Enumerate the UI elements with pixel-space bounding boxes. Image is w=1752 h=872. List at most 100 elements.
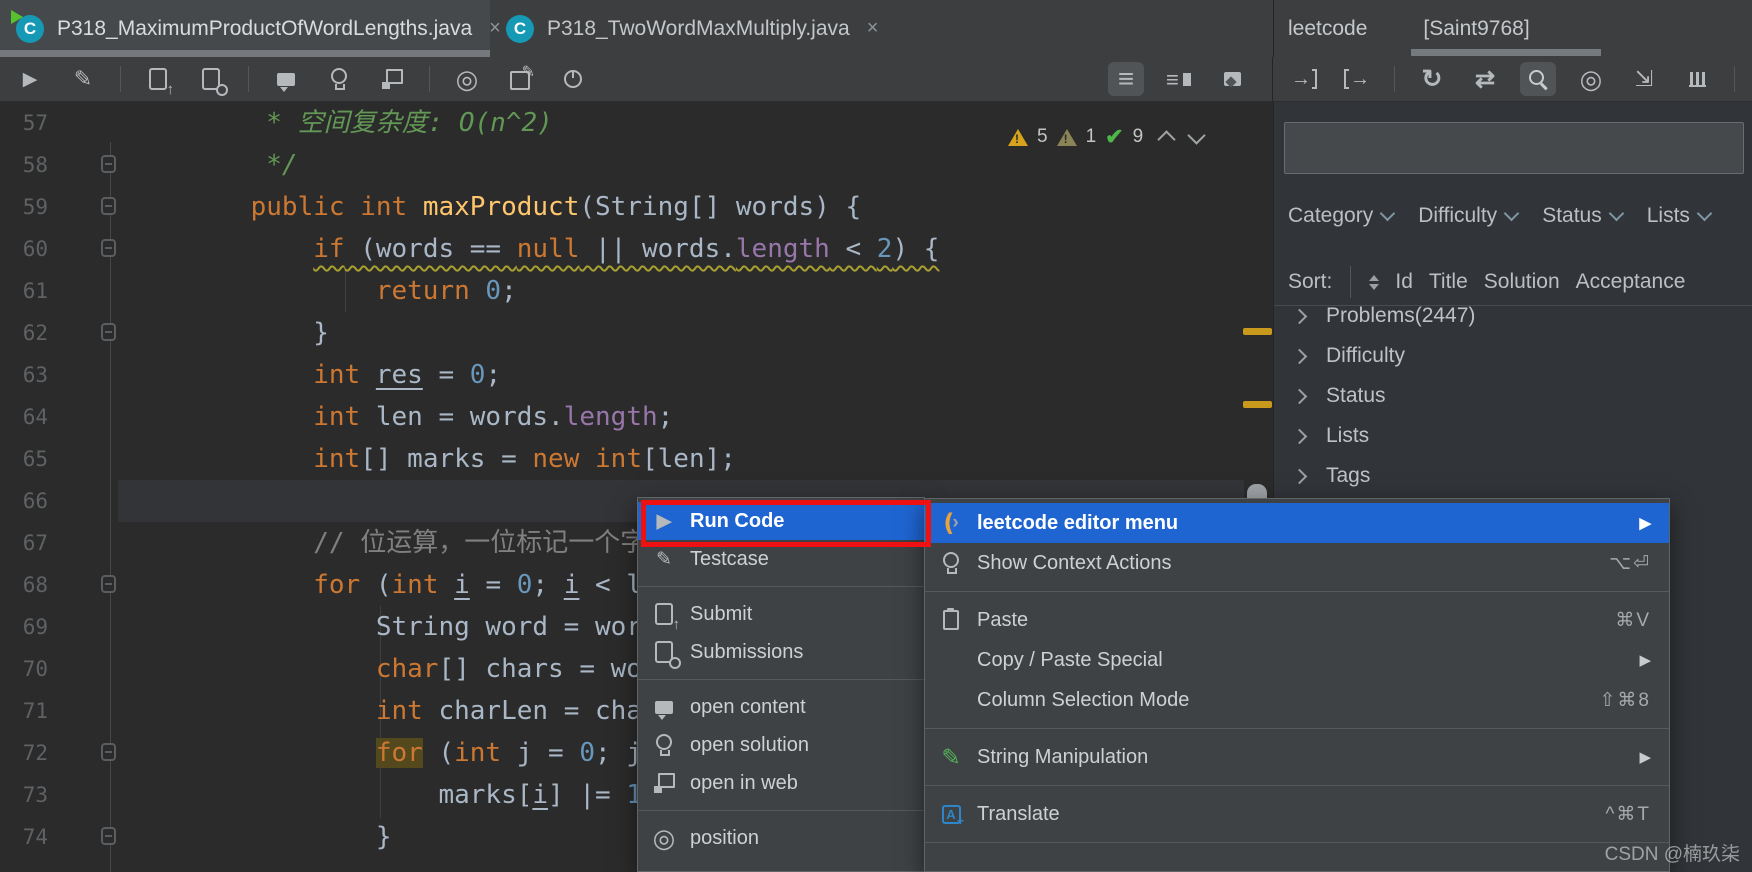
- timer-button[interactable]: [555, 62, 591, 96]
- scrollbar-warning-mark[interactable]: [1243, 328, 1272, 335]
- run-button[interactable]: [12, 62, 48, 96]
- line-number[interactable]: 62: [0, 312, 48, 354]
- menu-item-leetcode-editor-menu[interactable]: leetcode editor menu ▶: [925, 503, 1669, 543]
- tree-item-problems-2447[interactable]: Problems(2447): [1274, 296, 1752, 336]
- collapse-button[interactable]: [1626, 62, 1662, 96]
- shuffle-button[interactable]: [1467, 62, 1503, 96]
- problem-search-input[interactable]: [1285, 123, 1743, 173]
- fold-marker-icon[interactable]: [101, 197, 116, 215]
- menu-item-submissions[interactable]: Submissions: [638, 633, 924, 671]
- tree-item-tags[interactable]: Tags: [1274, 456, 1752, 496]
- line-number[interactable]: 68: [0, 564, 48, 606]
- fold-marker-icon[interactable]: [101, 323, 116, 341]
- filter-status[interactable]: Status: [1542, 204, 1625, 228]
- line-number[interactable]: 72: [0, 732, 48, 774]
- sign-out-button[interactable]: [1339, 62, 1375, 96]
- tab-file-1[interactable]: C P318_MaximumProductOfWordLengths.java …: [0, 0, 501, 57]
- code-line[interactable]: int res = 0;: [188, 354, 501, 396]
- fold-marker-icon[interactable]: [101, 827, 116, 845]
- submit-button[interactable]: [140, 62, 176, 98]
- code-line[interactable]: * 空间复杂度: O(n^2): [188, 102, 553, 144]
- sort-direction-icon[interactable]: [1369, 274, 1380, 290]
- window-button[interactable]: [374, 62, 410, 96]
- sign-in-button[interactable]: [1286, 62, 1322, 96]
- tab-file-2[interactable]: C P318_TwoWordMaxMultiply.java ×: [490, 0, 882, 57]
- sort-option-solution[interactable]: Solution: [1484, 270, 1560, 294]
- fold-marker-icon[interactable]: [101, 575, 116, 593]
- chart-button[interactable]: [1679, 62, 1715, 96]
- menu-item-column-selection-mode[interactable]: Column Selection Mode ⇧⌘8: [925, 680, 1669, 720]
- code-line[interactable]: char[] chars = wo: [188, 648, 642, 690]
- line-number[interactable]: 61: [0, 270, 48, 312]
- lightbulb-button[interactable]: [321, 62, 357, 96]
- fold-marker-icon[interactable]: [101, 155, 116, 173]
- menu-item-open-content[interactable]: open content: [638, 688, 924, 726]
- line-number[interactable]: 66: [0, 480, 48, 522]
- code-line[interactable]: // 位运算，一位标记一个字: [188, 522, 646, 564]
- compose-button[interactable]: [502, 62, 538, 96]
- line-number[interactable]: 73: [0, 774, 48, 816]
- menu-item-string-manipulation[interactable]: String Manipulation ▶: [925, 737, 1669, 777]
- sort-option-title[interactable]: Title: [1429, 270, 1468, 294]
- comment-button[interactable]: [268, 62, 304, 96]
- line-number[interactable]: 63: [0, 354, 48, 396]
- divider: [1734, 66, 1735, 92]
- menu-item-translate[interactable]: Translate ^⌘T: [925, 794, 1669, 834]
- edit-button[interactable]: [65, 62, 101, 96]
- refresh-button[interactable]: [1414, 62, 1450, 96]
- close-icon[interactable]: ×: [867, 17, 879, 40]
- line-number[interactable]: 60: [0, 228, 48, 270]
- code-line[interactable]: return 0;: [188, 270, 517, 312]
- filter-lists[interactable]: Lists: [1647, 204, 1713, 228]
- menu-item-paste[interactable]: Paste ⌘V: [925, 600, 1669, 640]
- tree-item-lists[interactable]: Lists: [1274, 416, 1752, 456]
- code-line[interactable]: if (words == null || words.length < 2) {: [188, 228, 939, 270]
- previous-issue-chevron-icon[interactable]: [1157, 130, 1176, 149]
- code-line[interactable]: public int maxProduct(String[] words) {: [188, 186, 862, 228]
- locate-button[interactable]: [1573, 62, 1609, 96]
- menu-item-position[interactable]: position: [638, 819, 924, 857]
- scrollbar-warning-mark[interactable]: [1243, 401, 1272, 408]
- code-line[interactable]: for (int j = 0; j: [188, 732, 642, 774]
- menu-item-copy-paste-special[interactable]: Copy / Paste Special ▶: [925, 640, 1669, 680]
- line-number[interactable]: 67: [0, 522, 48, 564]
- line-number[interactable]: 65: [0, 438, 48, 480]
- sort-option-acceptance[interactable]: Acceptance: [1576, 270, 1686, 294]
- code-line[interactable]: int len = words.length;: [188, 396, 673, 438]
- list-view-button[interactable]: [1108, 62, 1144, 96]
- tree-item-status[interactable]: Status: [1274, 376, 1752, 416]
- next-issue-chevron-icon[interactable]: [1187, 126, 1206, 145]
- line-number[interactable]: 69: [0, 606, 48, 648]
- menu-item-open-solution[interactable]: open solution: [638, 726, 924, 764]
- problem-search-field[interactable]: [1284, 122, 1744, 174]
- code-line[interactable]: int[] marks = new int[len];: [188, 438, 736, 480]
- target-button[interactable]: [449, 62, 485, 96]
- code-line[interactable]: String word = wor: [188, 606, 642, 648]
- line-number[interactable]: 74: [0, 816, 48, 858]
- tree-item-difficulty[interactable]: Difficulty: [1274, 336, 1752, 376]
- code-line[interactable]: }: [188, 312, 329, 354]
- split-view-button[interactable]: [1161, 62, 1197, 96]
- line-number[interactable]: 71: [0, 690, 48, 732]
- filter-difficulty[interactable]: Difficulty: [1418, 204, 1520, 228]
- submissions-button[interactable]: [193, 62, 229, 96]
- code-line[interactable]: }: [188, 816, 392, 858]
- code-line[interactable]: int charLen = cha: [188, 690, 642, 732]
- line-number[interactable]: 59: [0, 186, 48, 228]
- menu-item-show-context-actions[interactable]: Show Context Actions ⌥⏎: [925, 543, 1669, 583]
- code-line[interactable]: marks[i] |= 1: [188, 774, 642, 816]
- line-number[interactable]: 64: [0, 396, 48, 438]
- menu-item-open-in-web[interactable]: open in web: [638, 764, 924, 802]
- line-number[interactable]: 70: [0, 648, 48, 690]
- menu-item-submit[interactable]: Submit: [638, 595, 924, 634]
- sort-option-id[interactable]: Id: [1395, 270, 1413, 294]
- fold-marker-icon[interactable]: [101, 743, 116, 761]
- code-line[interactable]: */: [188, 144, 297, 186]
- image-view-button[interactable]: [1214, 62, 1250, 96]
- search-button[interactable]: [1520, 62, 1556, 96]
- line-number[interactable]: 58: [0, 144, 48, 186]
- line-number[interactable]: 57: [0, 102, 48, 144]
- filter-category[interactable]: Category: [1288, 204, 1396, 228]
- code-line[interactable]: for (int i = 0; i < l: [188, 564, 642, 606]
- fold-marker-icon[interactable]: [101, 239, 116, 257]
